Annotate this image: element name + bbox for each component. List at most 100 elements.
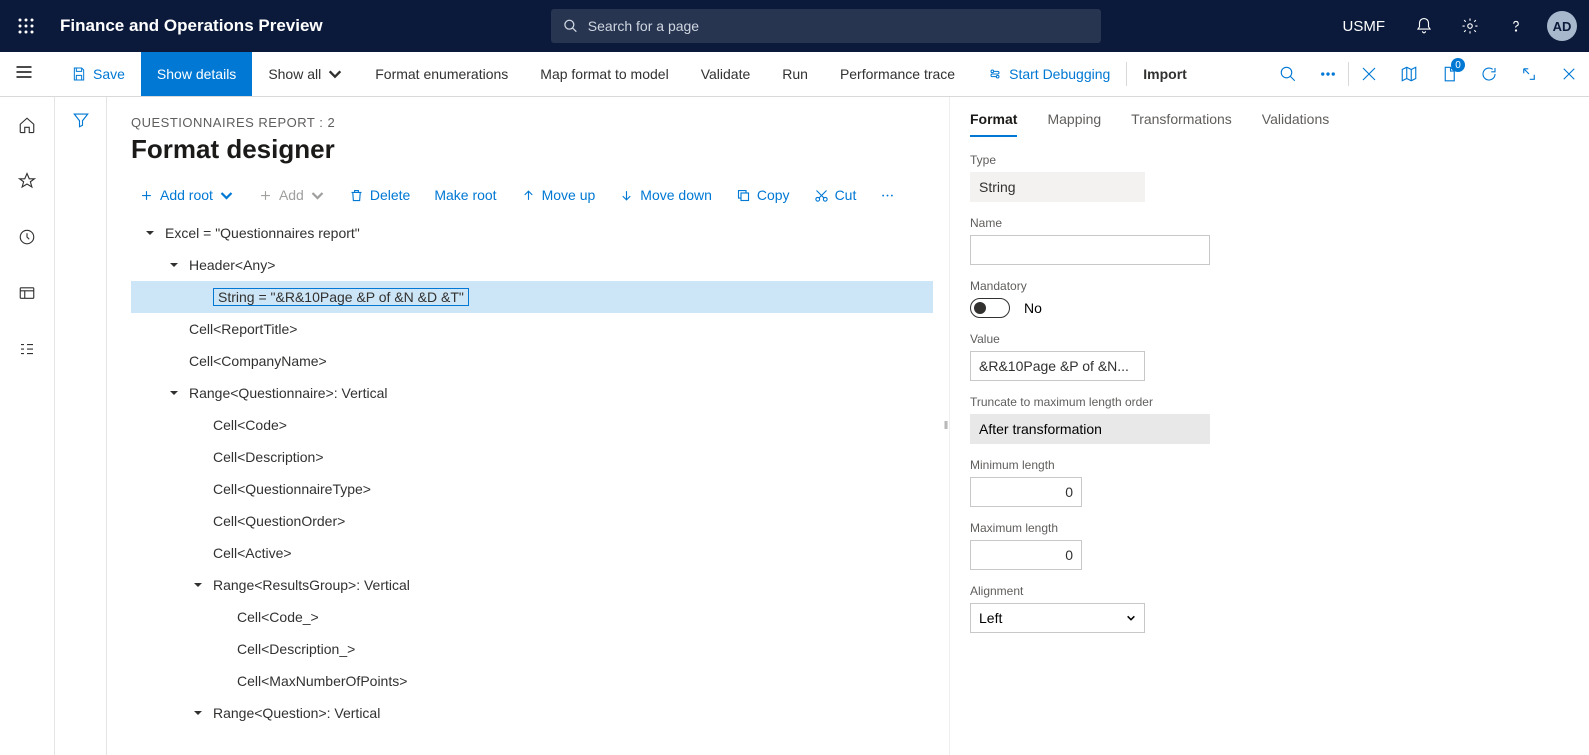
chevron-down-icon [310, 188, 325, 203]
tree-node[interactable]: Cell<MaxNumberOfPoints> [131, 665, 933, 697]
settings-icon[interactable] [1449, 0, 1491, 52]
search-input[interactable] [588, 18, 1089, 34]
tree-node-label: Excel = "Questionnaires report" [165, 225, 360, 241]
global-search[interactable] [551, 9, 1101, 43]
caret-icon[interactable] [167, 258, 181, 272]
move-down-button[interactable]: Move down [611, 183, 720, 207]
show-details-button[interactable]: Show details [141, 52, 252, 96]
attachments-icon[interactable]: 0 [1429, 52, 1469, 96]
type-value: String [970, 172, 1145, 202]
close-icon[interactable] [1549, 52, 1589, 96]
map-icon[interactable] [1389, 52, 1429, 96]
align-select[interactable]: Left [970, 603, 1145, 633]
start-debugging-button[interactable]: Start Debugging [971, 52, 1126, 96]
caret-icon [191, 450, 205, 464]
home-icon[interactable] [7, 107, 47, 143]
favorites-icon[interactable] [7, 163, 47, 199]
truncate-select[interactable]: After transformation [970, 414, 1210, 444]
modules-icon[interactable] [7, 331, 47, 367]
make-root-button[interactable]: Make root [426, 183, 504, 207]
mandatory-label: Mandatory [970, 279, 1559, 293]
tab-format[interactable]: Format [970, 111, 1017, 137]
performance-trace-button[interactable]: Performance trace [824, 52, 971, 96]
format-enumerations-button[interactable]: Format enumerations [359, 52, 524, 96]
chevron-down-icon [219, 188, 234, 203]
workspaces-icon[interactable] [7, 275, 47, 311]
save-button[interactable]: Save [55, 52, 141, 96]
mandatory-toggle[interactable] [970, 298, 1010, 318]
tree-node[interactable]: String = "&R&10Page &P of &N &D &T" [131, 281, 933, 313]
caret-icon[interactable] [191, 706, 205, 720]
recent-icon[interactable] [7, 219, 47, 255]
import-button[interactable]: Import [1127, 52, 1203, 96]
tree-node[interactable]: Cell<QuestionnaireType> [131, 473, 933, 505]
tree-node-label: Cell<Active> [213, 545, 292, 561]
app-launcher-icon[interactable] [0, 17, 52, 35]
tree-node[interactable]: Cell<Description> [131, 441, 933, 473]
refresh-icon[interactable] [1469, 52, 1509, 96]
search-command-icon[interactable] [1268, 52, 1308, 96]
tree-node-label: Cell<QuestionOrder> [213, 513, 345, 529]
format-tree[interactable]: Excel = "Questionnaires report" Header<An… [131, 217, 933, 729]
hamburger-icon[interactable] [14, 62, 34, 87]
tree-node[interactable]: Cell<Code> [131, 409, 933, 441]
name-label: Name [970, 216, 1559, 230]
tab-validations[interactable]: Validations [1262, 111, 1329, 137]
move-up-button[interactable]: Move up [513, 183, 604, 207]
add-button[interactable]: Add [250, 183, 333, 207]
align-label: Alignment [970, 584, 1559, 598]
tree-node-label: Cell<CompanyName> [189, 353, 327, 369]
type-label: Type [970, 153, 1559, 167]
tab-mapping[interactable]: Mapping [1047, 111, 1101, 137]
name-input[interactable] [970, 235, 1210, 265]
caret-icon[interactable] [143, 226, 157, 240]
caret-icon[interactable] [191, 578, 205, 592]
more-tools-icon[interactable] [872, 184, 903, 207]
tree-node-label: Cell<Description_> [237, 641, 355, 657]
app-title: Finance and Operations Preview [52, 16, 323, 36]
caret-icon [191, 418, 205, 432]
caret-icon [167, 354, 181, 368]
map-format-button[interactable]: Map format to model [524, 52, 684, 96]
minlen-label: Minimum length [970, 458, 1559, 472]
caret-icon [191, 290, 205, 304]
tree-node-label: Cell<Code_> [237, 609, 319, 625]
notifications-icon[interactable] [1403, 0, 1445, 52]
tree-node-label: Cell<Description> [213, 449, 324, 465]
help-icon[interactable] [1495, 0, 1537, 52]
options-icon[interactable] [1349, 52, 1389, 96]
tree-node[interactable]: Cell<ReportTitle> [131, 313, 933, 345]
run-button[interactable]: Run [766, 52, 824, 96]
company-selector[interactable]: USMF [1329, 18, 1400, 35]
validate-button[interactable]: Validate [685, 52, 767, 96]
tree-node[interactable]: Cell<Code_> [131, 601, 933, 633]
tree-node[interactable]: Range<Questionnaire>: Vertical [131, 377, 933, 409]
copy-button[interactable]: Copy [728, 183, 798, 207]
user-avatar[interactable]: AD [1547, 11, 1577, 41]
delete-button[interactable]: Delete [341, 183, 418, 207]
tree-node[interactable]: Cell<CompanyName> [131, 345, 933, 377]
maxlen-input[interactable] [970, 540, 1082, 570]
tree-node-label: Cell<Code> [213, 417, 287, 433]
tree-node[interactable]: Cell<Description_> [131, 633, 933, 665]
tree-node[interactable]: Range<Question>: Vertical [131, 697, 933, 729]
caret-icon [191, 482, 205, 496]
tree-node[interactable]: Range<ResultsGroup>: Vertical [131, 569, 933, 601]
minlen-input[interactable] [970, 477, 1082, 507]
tree-node[interactable]: Excel = "Questionnaires report" [131, 217, 933, 249]
tree-node[interactable]: Header<Any> [131, 249, 933, 281]
tab-transformations[interactable]: Transformations [1131, 111, 1232, 137]
cut-button[interactable]: Cut [806, 183, 865, 207]
tree-node[interactable]: Cell<Active> [131, 537, 933, 569]
page-title: Format designer [131, 134, 943, 165]
tree-node[interactable]: Cell<QuestionOrder> [131, 505, 933, 537]
tree-node-label: Range<ResultsGroup>: Vertical [213, 577, 410, 593]
add-root-button[interactable]: Add root [131, 183, 242, 207]
popout-icon[interactable] [1509, 52, 1549, 96]
show-all-button[interactable]: Show all [252, 52, 359, 96]
filter-icon[interactable] [72, 111, 90, 755]
caret-icon[interactable] [167, 386, 181, 400]
value-label: Value [970, 332, 1559, 346]
more-commands-icon[interactable] [1308, 52, 1348, 96]
value-input[interactable] [970, 351, 1145, 381]
